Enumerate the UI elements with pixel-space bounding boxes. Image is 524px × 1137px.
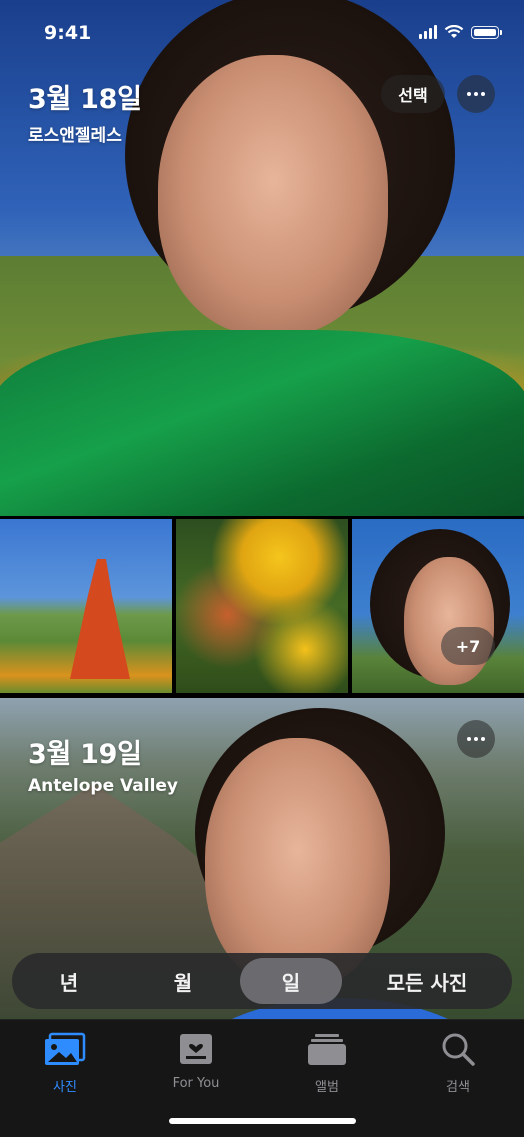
search-icon xyxy=(442,1033,475,1066)
tab-photos[interactable]: 사진 xyxy=(20,1032,110,1095)
grid-photo-flowers[interactable] xyxy=(176,519,348,693)
segment-days[interactable]: 일 xyxy=(240,958,342,1004)
tab-for-you[interactable]: For You xyxy=(151,1032,241,1091)
cellular-signal-icon xyxy=(419,25,437,39)
tab-label-for-you: For You xyxy=(172,1076,220,1091)
more-photos-badge[interactable]: +7 xyxy=(441,627,495,665)
segment-years[interactable]: 년 xyxy=(12,958,126,1004)
day2-date-title: 3월 19일 xyxy=(28,739,142,770)
photos-icon xyxy=(45,1032,86,1065)
day2-location: Antelope Valley xyxy=(28,776,179,796)
grid-photo-dancing[interactable] xyxy=(0,519,172,693)
segment-all-photos[interactable]: 모든 사진 xyxy=(342,958,512,1004)
home-indicator[interactable] xyxy=(169,1118,356,1124)
day1-location: 로스앤젤레스 xyxy=(28,126,122,146)
face xyxy=(158,55,388,335)
day1-more-button[interactable] xyxy=(457,75,495,113)
segment-months[interactable]: 월 xyxy=(126,958,240,1004)
green-scarf xyxy=(0,330,524,516)
tab-label-photos: 사진 xyxy=(53,1080,77,1095)
grid-photo-portrait[interactable] xyxy=(352,519,524,693)
day2-more-button[interactable] xyxy=(457,720,495,758)
day2-face xyxy=(205,738,390,988)
for-you-icon xyxy=(180,1034,212,1064)
tab-albums[interactable]: 앨범 xyxy=(282,1032,372,1095)
select-button[interactable]: 선택 xyxy=(381,75,445,113)
status-time: 9:41 xyxy=(44,22,92,44)
day1-date-title: 3월 18일 xyxy=(28,84,142,115)
status-icons xyxy=(419,25,502,39)
tab-search[interactable]: 검색 xyxy=(413,1032,503,1095)
more-dots-icon xyxy=(467,92,471,96)
battery-icon xyxy=(471,25,502,39)
albums-icon xyxy=(308,1034,346,1065)
wifi-icon xyxy=(444,25,464,38)
tab-label-search: 검색 xyxy=(446,1080,470,1095)
portrait-face xyxy=(404,557,494,685)
more-dots-icon xyxy=(467,737,471,741)
orange-dress xyxy=(70,559,130,679)
tab-label-albums: 앨범 xyxy=(315,1080,339,1095)
view-segmented-control: 년 월 일 모든 사진 xyxy=(12,953,512,1009)
